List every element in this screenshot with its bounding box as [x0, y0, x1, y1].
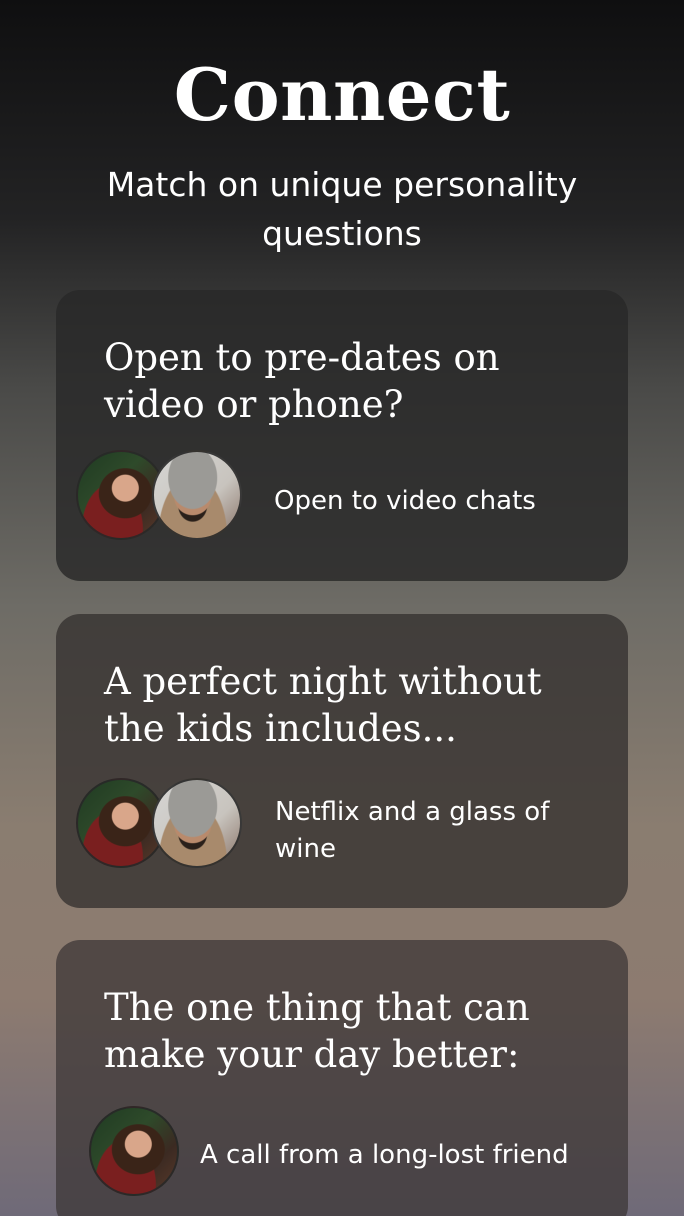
page-title: Connect	[173, 52, 511, 137]
woman-avatar	[89, 1106, 179, 1196]
man-avatar	[152, 450, 242, 540]
prompt-answer: Open to video chats	[274, 486, 536, 516]
prompt-card-perfect-night: A perfect night without the kids include…	[56, 614, 628, 908]
prompt-card-video-chats: Open to pre-dates on video or phone? Ope…	[56, 290, 628, 581]
man-avatar	[152, 778, 242, 868]
page-subtitle: Match on unique personality questions	[106, 165, 578, 253]
prompt-question: A perfect night without the kids include…	[104, 660, 542, 750]
prompt-answer: Netflix and a glass of wine	[275, 797, 550, 864]
prompt-answer: A call from a long-lost friend	[200, 1140, 569, 1170]
prompt-question: Open to pre-dates on video or phone?	[104, 336, 500, 426]
prompt-question: The one thing that can make your day bet…	[104, 986, 530, 1076]
prompt-card-better-day: The one thing that can make your day bet…	[56, 940, 628, 1216]
